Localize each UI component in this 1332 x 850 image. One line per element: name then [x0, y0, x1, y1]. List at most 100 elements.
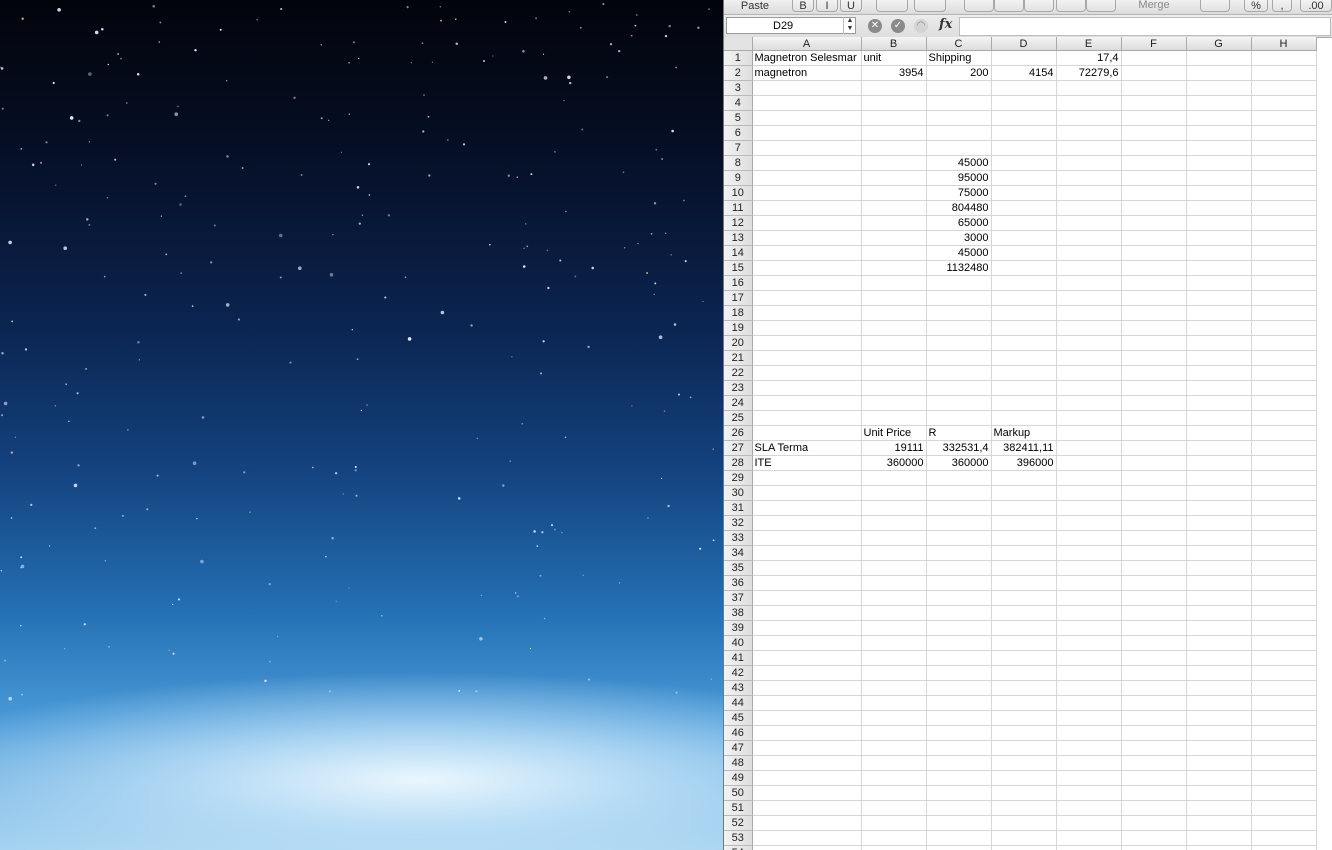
cell-d29[interactable] [991, 470, 1057, 486]
cell-d4[interactable] [991, 95, 1057, 111]
cell-f52[interactable] [1121, 815, 1187, 831]
cell-h19[interactable] [1251, 320, 1317, 336]
cell-g21[interactable] [1186, 350, 1252, 366]
row-header[interactable]: 28 [724, 455, 753, 471]
cell-e35[interactable] [1056, 560, 1122, 576]
cell-h5[interactable] [1251, 110, 1317, 126]
cell-f46[interactable] [1121, 725, 1187, 741]
cell-e27[interactable] [1056, 440, 1122, 456]
cell-g29[interactable] [1186, 470, 1252, 486]
cell-b27[interactable]: 19111 [861, 440, 927, 456]
cell-h43[interactable] [1251, 680, 1317, 696]
row-header[interactable]: 34 [724, 545, 753, 561]
cell-b53[interactable] [861, 830, 927, 846]
cell-e37[interactable] [1056, 590, 1122, 606]
column-header-b[interactable]: B [861, 37, 927, 51]
cell-d42[interactable] [991, 665, 1057, 681]
cell-h39[interactable] [1251, 620, 1317, 636]
cell-e41[interactable] [1056, 650, 1122, 666]
cell-f51[interactable] [1121, 800, 1187, 816]
cell-g44[interactable] [1186, 695, 1252, 711]
cell-g14[interactable] [1186, 245, 1252, 261]
cell-a23[interactable] [752, 380, 862, 396]
cell-f41[interactable] [1121, 650, 1187, 666]
cell-c15[interactable]: 1132480 [926, 260, 992, 276]
cell-f39[interactable] [1121, 620, 1187, 636]
cell-c38[interactable] [926, 605, 992, 621]
cell-a35[interactable] [752, 560, 862, 576]
cell-g35[interactable] [1186, 560, 1252, 576]
cell-h20[interactable] [1251, 335, 1317, 351]
cell-g46[interactable] [1186, 725, 1252, 741]
cell-c30[interactable] [926, 485, 992, 501]
cell-f2[interactable] [1121, 65, 1187, 81]
cell-b14[interactable] [861, 245, 927, 261]
cell-e29[interactable] [1056, 470, 1122, 486]
cell-b19[interactable] [861, 320, 927, 336]
row-header[interactable]: 35 [724, 560, 753, 576]
row-header[interactable]: 43 [724, 680, 753, 696]
cell-d39[interactable] [991, 620, 1057, 636]
cell-f18[interactable] [1121, 305, 1187, 321]
cell-d22[interactable] [991, 365, 1057, 381]
cell-g4[interactable] [1186, 95, 1252, 111]
cell-b7[interactable] [861, 140, 927, 156]
cell-h47[interactable] [1251, 740, 1317, 756]
cell-f13[interactable] [1121, 230, 1187, 246]
cell-d12[interactable] [991, 215, 1057, 231]
cell-a38[interactable] [752, 605, 862, 621]
cell-d50[interactable] [991, 785, 1057, 801]
cell-d6[interactable] [991, 125, 1057, 141]
cell-f44[interactable] [1121, 695, 1187, 711]
cell-c24[interactable] [926, 395, 992, 411]
row-header[interactable]: 4 [724, 95, 753, 111]
cell-g18[interactable] [1186, 305, 1252, 321]
cell-g8[interactable] [1186, 155, 1252, 171]
row-header[interactable]: 15 [724, 260, 753, 276]
cell-c47[interactable] [926, 740, 992, 756]
cell-a18[interactable] [752, 305, 862, 321]
cell-c51[interactable] [926, 800, 992, 816]
cell-g7[interactable] [1186, 140, 1252, 156]
row-header[interactable]: 5 [724, 110, 753, 126]
cell-g24[interactable] [1186, 395, 1252, 411]
cell-c4[interactable] [926, 95, 992, 111]
cell-c37[interactable] [926, 590, 992, 606]
cell-g52[interactable] [1186, 815, 1252, 831]
cell-c46[interactable] [926, 725, 992, 741]
row-header[interactable]: 38 [724, 605, 753, 621]
row-header[interactable]: 10 [724, 185, 753, 201]
row-header[interactable]: 51 [724, 800, 753, 816]
row-header[interactable]: 30 [724, 485, 753, 501]
cell-e26[interactable] [1056, 425, 1122, 441]
cell-h41[interactable] [1251, 650, 1317, 666]
cell-a2[interactable]: magnetron [752, 65, 862, 81]
row-header[interactable]: 6 [724, 125, 753, 141]
cell-e33[interactable] [1056, 530, 1122, 546]
cell-a8[interactable] [752, 155, 862, 171]
cell-f50[interactable] [1121, 785, 1187, 801]
cell-h24[interactable] [1251, 395, 1317, 411]
cell-e11[interactable] [1056, 200, 1122, 216]
cell-g19[interactable] [1186, 320, 1252, 336]
percent-button[interactable]: % [1244, 0, 1268, 12]
cell-c54[interactable] [926, 845, 992, 850]
cell-a17[interactable] [752, 290, 862, 306]
cell-d1[interactable] [991, 50, 1057, 66]
cell-a12[interactable] [752, 215, 862, 231]
cell-h4[interactable] [1251, 95, 1317, 111]
cell-f12[interactable] [1121, 215, 1187, 231]
row-header[interactable]: 42 [724, 665, 753, 681]
cell-f21[interactable] [1121, 350, 1187, 366]
name-box[interactable]: D29 [726, 17, 856, 34]
cell-b11[interactable] [861, 200, 927, 216]
row-header[interactable]: 33 [724, 530, 753, 546]
cell-c26[interactable]: R [926, 425, 992, 441]
cell-h7[interactable] [1251, 140, 1317, 156]
cell-g1[interactable] [1186, 50, 1252, 66]
cell-d51[interactable] [991, 800, 1057, 816]
cell-d48[interactable] [991, 755, 1057, 771]
cell-a11[interactable] [752, 200, 862, 216]
cell-h29[interactable] [1251, 470, 1317, 486]
name-box-stepper[interactable]: ▲ ▼ [843, 17, 856, 34]
